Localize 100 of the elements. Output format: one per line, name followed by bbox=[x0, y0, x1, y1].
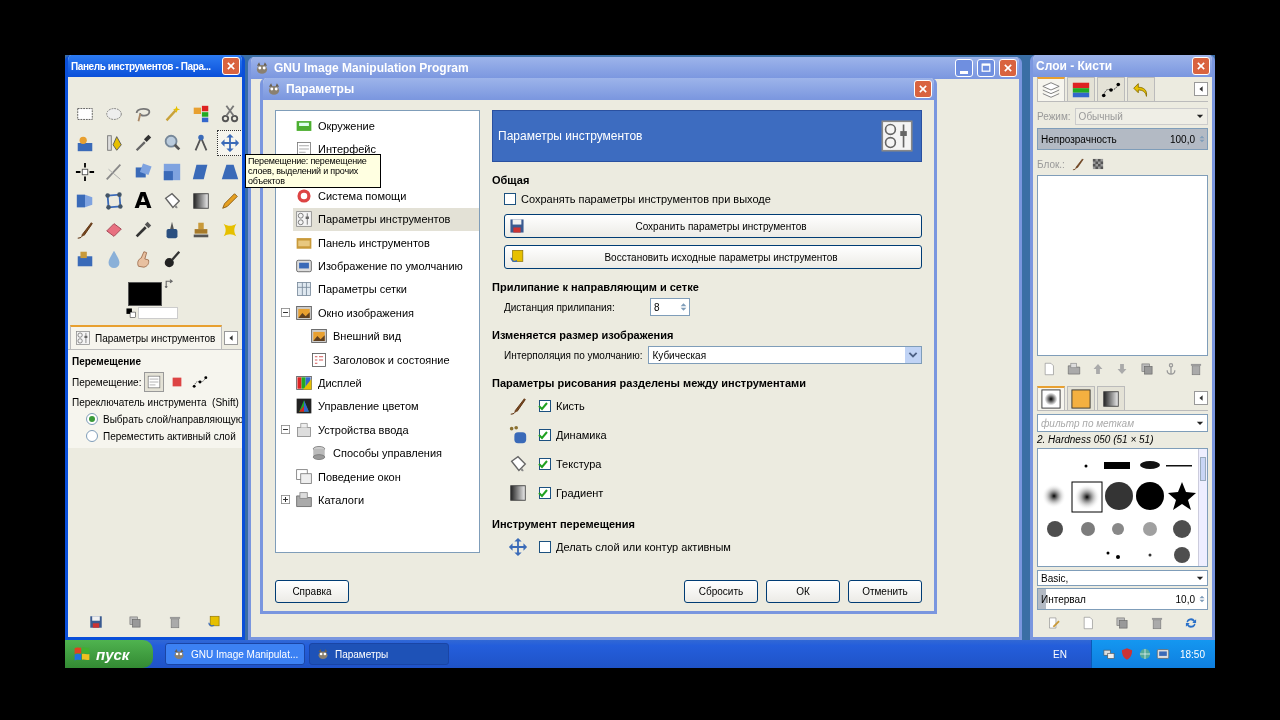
dialog-button[interactable]: Отменить bbox=[848, 580, 922, 603]
text-tool-button[interactable]: A bbox=[130, 188, 156, 214]
default-colors-icon[interactable] bbox=[126, 308, 136, 318]
close-button[interactable] bbox=[999, 59, 1017, 77]
tree-item[interactable]: Способы управления bbox=[308, 441, 479, 465]
tree-item[interactable]: Панель инструментов bbox=[293, 231, 479, 255]
checkbox-label[interactable]: Текстура bbox=[556, 458, 602, 470]
computer-icon[interactable] bbox=[1155, 647, 1170, 661]
checkbox-label[interactable]: Кисть bbox=[556, 400, 585, 412]
color-chart-icon bbox=[295, 374, 313, 392]
tab-menu-button[interactable] bbox=[1194, 391, 1208, 405]
dialog-button[interactable]: Сбросить bbox=[684, 580, 758, 603]
minus-box-icon[interactable] bbox=[281, 308, 290, 318]
plus-box-icon[interactable] bbox=[281, 495, 290, 505]
refresh-icon[interactable] bbox=[1183, 616, 1198, 630]
gradient-icon bbox=[1101, 388, 1121, 409]
tree-item[interactable]: Внешний вид bbox=[308, 324, 479, 348]
slider[interactable]: Непрозрачность 100,0 bbox=[1037, 128, 1208, 150]
spin-field[interactable]: 8 bbox=[650, 298, 690, 316]
checkbox[interactable] bbox=[539, 458, 551, 470]
landscape-icon bbox=[295, 303, 313, 322]
dropdown[interactable]: Basic, bbox=[1037, 570, 1208, 586]
checkbox[interactable] bbox=[539, 487, 551, 499]
brush-icon bbox=[508, 396, 528, 416]
edit-icon[interactable] bbox=[1047, 616, 1062, 630]
tree-item[interactable]: Устройства ввода bbox=[293, 418, 479, 442]
tree-item[interactable]: Окружение bbox=[293, 114, 479, 138]
animal-head-icon bbox=[172, 647, 186, 661]
checkbox-label[interactable]: Динамика bbox=[556, 429, 607, 441]
minimize-button[interactable] bbox=[955, 59, 973, 77]
section-heading: Перемещение bbox=[72, 356, 142, 367]
maximize-icon bbox=[979, 61, 993, 75]
stacked-layers-icon bbox=[1041, 80, 1061, 100]
new-page-icon[interactable] bbox=[1081, 616, 1096, 630]
tree-item[interactable]: Поведение окон bbox=[293, 465, 479, 489]
background-color-swatch[interactable] bbox=[138, 307, 178, 319]
brush-grid-drawing[interactable] bbox=[1038, 449, 1198, 566]
swap-arrow-icon[interactable] bbox=[164, 278, 176, 290]
tree-item[interactable]: Каталоги bbox=[293, 488, 479, 512]
minus-box-icon[interactable] bbox=[281, 425, 290, 435]
duplicate-icon[interactable] bbox=[1139, 362, 1154, 376]
tree-item[interactable]: Изображение по умолчанию bbox=[293, 254, 479, 278]
floppy-icon[interactable] bbox=[88, 615, 103, 629]
close-icon bbox=[224, 59, 238, 73]
tree-item[interactable]: Параметры сетки bbox=[293, 277, 479, 301]
checkbox[interactable] bbox=[539, 400, 551, 412]
pattern-swatch-icon bbox=[1071, 388, 1091, 409]
taskbar-button[interactable]: Параметры bbox=[309, 643, 449, 665]
checkbox[interactable] bbox=[504, 192, 516, 205]
radio-button[interactable] bbox=[86, 430, 98, 442]
tree-item[interactable]: Управление цветом bbox=[293, 394, 479, 418]
network-icon[interactable] bbox=[1101, 647, 1116, 661]
tree-item[interactable]: Параметры инструментов bbox=[293, 207, 479, 231]
language-indicator[interactable]: EN bbox=[1053, 648, 1067, 660]
checkbox-label[interactable]: Сохранять параметры инструментов при выходе bbox=[521, 192, 771, 205]
checker-icon[interactable] bbox=[1090, 157, 1105, 171]
push-button[interactable]: Восстановить исходные параметры инструментов bbox=[504, 245, 922, 269]
checkbox-label[interactable]: Делать слой или контур активным bbox=[556, 541, 731, 553]
tab-menu-button[interactable] bbox=[224, 331, 238, 345]
foreground-color-swatch[interactable] bbox=[128, 282, 162, 306]
trash-icon[interactable] bbox=[1149, 616, 1164, 630]
radio-label[interactable]: Переместить активный слой bbox=[103, 430, 236, 442]
start-button[interactable]: пуск bbox=[65, 640, 153, 668]
floppy-icon bbox=[509, 218, 525, 234]
dropdown[interactable]: Кубическая bbox=[648, 346, 922, 364]
close-button[interactable] bbox=[222, 57, 240, 75]
brush-icon[interactable] bbox=[1070, 157, 1085, 171]
checkbox[interactable] bbox=[539, 541, 551, 553]
checkbox-label[interactable]: Градиент bbox=[556, 487, 604, 499]
radio-button[interactable] bbox=[86, 413, 98, 425]
radio-label[interactable]: Выбрать слой/направляющую bbox=[103, 413, 242, 425]
dialog-button[interactable]: Справка bbox=[275, 580, 349, 603]
tree-item[interactable]: Дисплей bbox=[293, 371, 479, 395]
close-button[interactable] bbox=[914, 80, 932, 98]
new-page-icon[interactable] bbox=[1042, 362, 1057, 376]
trash-icon[interactable] bbox=[167, 615, 182, 629]
tree-item[interactable]: Заголовок и состояние bbox=[308, 348, 479, 372]
duplicate-icon[interactable] bbox=[1115, 616, 1130, 630]
trash-icon[interactable] bbox=[1188, 362, 1203, 376]
tab-menu-button[interactable] bbox=[1194, 82, 1208, 96]
checkbox[interactable] bbox=[539, 429, 551, 441]
dialog-button[interactable]: ОК bbox=[766, 580, 840, 603]
push-button[interactable]: Сохранить параметры инструментов bbox=[504, 214, 922, 238]
tab[interactable] bbox=[1097, 77, 1125, 101]
landscape-icon bbox=[310, 327, 328, 346]
close-button[interactable] bbox=[1192, 57, 1210, 75]
slider[interactable]: Интервал 10,0 bbox=[1037, 588, 1208, 610]
move-arrows-icon[interactable] bbox=[217, 130, 242, 156]
tab[interactable] bbox=[1037, 386, 1065, 410]
folder-icon[interactable] bbox=[1066, 362, 1081, 376]
reset-icon[interactable] bbox=[207, 615, 222, 629]
scrollbar[interactable] bbox=[1198, 449, 1207, 566]
tree-item[interactable]: Окно изображения bbox=[293, 301, 479, 325]
taskbar-button[interactable]: GNU Image Manipulat... bbox=[165, 643, 305, 665]
filter-field[interactable]: фильтр по меткам bbox=[1037, 414, 1208, 432]
tab[interactable]: Параметры инструментов bbox=[70, 325, 223, 349]
tab[interactable] bbox=[1097, 386, 1125, 410]
maximize-button[interactable] bbox=[977, 59, 995, 77]
brush-blot-icon bbox=[1041, 389, 1061, 409]
layer-mode-icon[interactable] bbox=[144, 372, 165, 392]
